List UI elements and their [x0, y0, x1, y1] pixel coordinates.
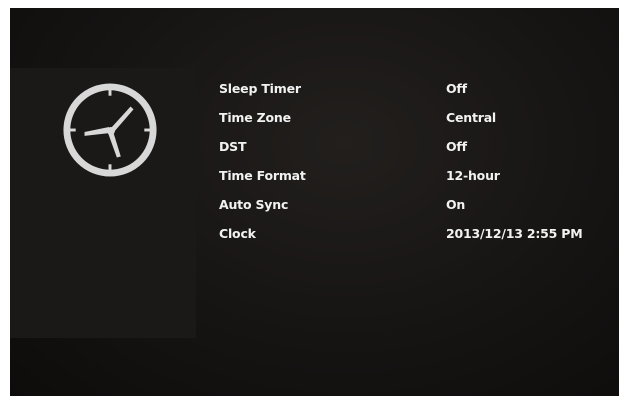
setting-value: 12-hour: [446, 168, 500, 183]
setting-label: DST: [219, 139, 247, 154]
setting-label: Clock: [219, 226, 256, 241]
setting-row-clock[interactable]: Clock 2013/12/13 2:55 PM: [219, 226, 619, 255]
time-settings-list: Sleep Timer Off Time Zone Central DST Of…: [219, 81, 619, 255]
setting-value: 2013/12/13 2:55 PM: [446, 226, 583, 241]
clock-icon-panel: [10, 68, 196, 338]
setting-row-sleep-timer[interactable]: Sleep Timer Off: [219, 81, 619, 110]
setting-value: Off: [446, 81, 467, 96]
setting-label: Time Format: [219, 168, 306, 183]
setting-label: Time Zone: [219, 110, 291, 125]
setting-row-dst[interactable]: DST Off: [219, 139, 619, 168]
setting-label: Auto Sync: [219, 197, 289, 212]
setting-value: On: [446, 197, 466, 212]
setting-row-time-zone[interactable]: Time Zone Central: [219, 110, 619, 139]
setting-row-auto-sync[interactable]: Auto Sync On: [219, 197, 619, 226]
setting-row-time-format[interactable]: Time Format 12-hour: [219, 168, 619, 197]
setting-label: Sleep Timer: [219, 81, 301, 96]
tv-menu-screen: Sleep Timer Off Time Zone Central DST Of…: [10, 8, 619, 396]
setting-value: Central: [446, 110, 497, 125]
clock-icon: [63, 83, 157, 177]
setting-value: Off: [446, 139, 467, 154]
